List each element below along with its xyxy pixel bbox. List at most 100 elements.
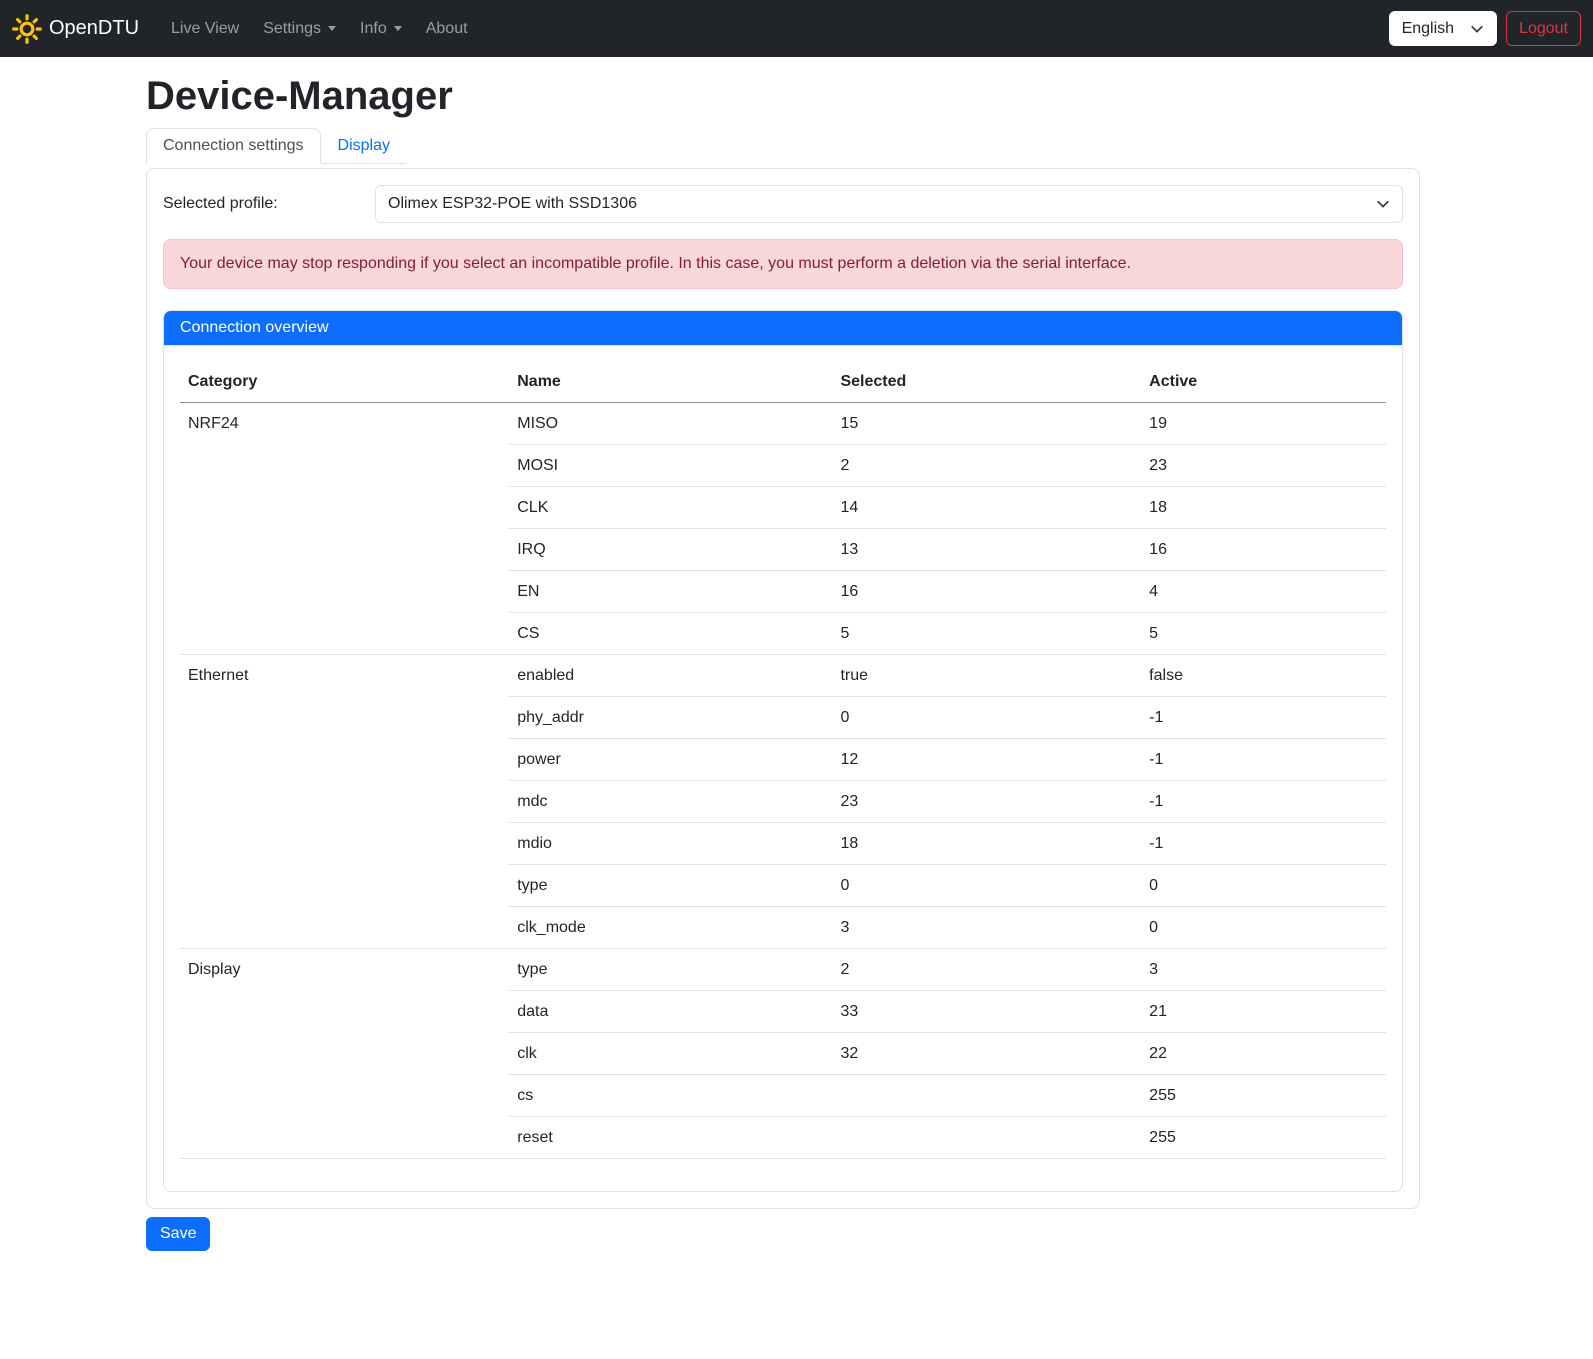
name-cell: enabled (509, 655, 832, 697)
selected-cell: 0 (832, 865, 1141, 907)
selected-cell: 12 (832, 739, 1141, 781)
warning-alert: Your device may stop responding if you s… (163, 239, 1403, 289)
name-cell: CS (509, 613, 832, 655)
page-title: Device-Manager (146, 74, 1420, 119)
active-cell: 4 (1141, 571, 1386, 613)
selected-cell: 3 (832, 907, 1141, 949)
column-header-name: Name (509, 362, 832, 403)
name-cell: EN (509, 571, 832, 613)
selected-cell: 14 (832, 487, 1141, 529)
active-cell: 18 (1141, 487, 1386, 529)
tab-connection-settings[interactable]: Connection settings (146, 128, 321, 164)
active-cell: false (1141, 655, 1386, 697)
selected-cell: 5 (832, 613, 1141, 655)
name-cell: clk_mode (509, 907, 832, 949)
name-cell: IRQ (509, 529, 832, 571)
selected-cell: 2 (832, 445, 1141, 487)
selected-cell: 2 (832, 949, 1141, 991)
name-cell: power (509, 739, 832, 781)
active-cell: 23 (1141, 445, 1386, 487)
chevron-down-icon (1470, 22, 1484, 36)
active-cell: 16 (1141, 529, 1386, 571)
name-cell: mdc (509, 781, 832, 823)
navbar-left: OpenDTU Live View Settings Info About (12, 12, 484, 46)
selected-cell: 32 (832, 1033, 1141, 1075)
save-button[interactable]: Save (146, 1217, 210, 1251)
active-cell: 22 (1141, 1033, 1386, 1075)
chevron-down-icon (1376, 197, 1390, 211)
name-cell: MISO (509, 403, 832, 445)
selected-profile-row: Selected profile: Olimex ESP32-POE with … (163, 185, 1403, 223)
active-cell: 3 (1141, 949, 1386, 991)
connection-table-body: NRF24MISO1519MOSI223CLK1418IRQ1316EN164C… (180, 403, 1386, 1159)
active-cell: 0 (1141, 907, 1386, 949)
column-header-active: Active (1141, 362, 1386, 403)
selected-profile-label: Selected profile: (163, 195, 375, 213)
profile-select-value: Olimex ESP32-POE with SSD1306 (388, 195, 637, 213)
nav-item-info[interactable]: Info (352, 12, 410, 46)
selected-cell (832, 1075, 1141, 1117)
navbar: OpenDTU Live View Settings Info About En… (0, 0, 1593, 57)
nav-item-live-view[interactable]: Live View (163, 12, 247, 46)
category-cell: Display (180, 949, 509, 1159)
selected-cell: 23 (832, 781, 1141, 823)
column-header-category: Category (180, 362, 509, 403)
active-cell: -1 (1141, 823, 1386, 865)
language-select-value: English (1402, 20, 1454, 38)
selected-cell: 15 (832, 403, 1141, 445)
active-cell: -1 (1141, 697, 1386, 739)
language-select[interactable]: English (1389, 11, 1497, 46)
chevron-down-icon (394, 26, 402, 31)
active-cell: 0 (1141, 865, 1386, 907)
table-row: Displaytype23 (180, 949, 1386, 991)
settings-card: Selected profile: Olimex ESP32-POE with … (146, 168, 1420, 1209)
connection-table: Category Name Selected Active NRF24MISO1… (180, 362, 1386, 1159)
sun-icon (12, 14, 42, 44)
navbar-right: English Logout (1389, 11, 1581, 46)
name-cell: phy_addr (509, 697, 832, 739)
brand-link[interactable]: OpenDTU (12, 14, 139, 44)
selected-cell: 16 (832, 571, 1141, 613)
table-header-row: Category Name Selected Active (180, 362, 1386, 403)
nav-item-about[interactable]: About (418, 12, 476, 46)
selected-cell: 13 (832, 529, 1141, 571)
name-cell: mdio (509, 823, 832, 865)
name-cell: CLK (509, 487, 832, 529)
selected-cell: true (832, 655, 1141, 697)
active-cell: 5 (1141, 613, 1386, 655)
active-cell: 255 (1141, 1075, 1386, 1117)
active-cell: 255 (1141, 1117, 1386, 1159)
active-cell: -1 (1141, 781, 1386, 823)
name-cell: data (509, 991, 832, 1033)
name-cell: cs (509, 1075, 832, 1117)
settings-card-body: Selected profile: Olimex ESP32-POE with … (147, 169, 1419, 1208)
name-cell: reset (509, 1117, 832, 1159)
nav-item-settings[interactable]: Settings (255, 12, 344, 46)
selected-cell: 33 (832, 991, 1141, 1033)
name-cell: type (509, 865, 832, 907)
selected-cell (832, 1117, 1141, 1159)
main-content: Device-Manager Connection settings Displ… (146, 74, 1420, 1251)
nav-item-info-label: Info (360, 20, 387, 38)
logout-button[interactable]: Logout (1506, 11, 1581, 46)
profile-select[interactable]: Olimex ESP32-POE with SSD1306 (375, 185, 1403, 223)
category-cell: NRF24 (180, 403, 509, 655)
active-cell: 19 (1141, 403, 1386, 445)
selected-cell: 0 (832, 697, 1141, 739)
brand-label: OpenDTU (49, 17, 139, 40)
tab-bar: Connection settings Display (146, 128, 1420, 164)
tab-display[interactable]: Display (321, 128, 407, 164)
chevron-down-icon (328, 26, 336, 31)
name-cell: type (509, 949, 832, 991)
active-cell: 21 (1141, 991, 1386, 1033)
selected-cell: 18 (832, 823, 1141, 865)
active-cell: -1 (1141, 739, 1386, 781)
connection-overview-card: Connection overview Category Name Select… (163, 310, 1403, 1192)
nav-item-settings-label: Settings (263, 20, 321, 38)
table-row: Ethernetenabledtruefalse (180, 655, 1386, 697)
name-cell: MOSI (509, 445, 832, 487)
column-header-selected: Selected (832, 362, 1141, 403)
category-cell: Ethernet (180, 655, 509, 949)
table-row: NRF24MISO1519 (180, 403, 1386, 445)
connection-overview-header: Connection overview (164, 311, 1402, 346)
